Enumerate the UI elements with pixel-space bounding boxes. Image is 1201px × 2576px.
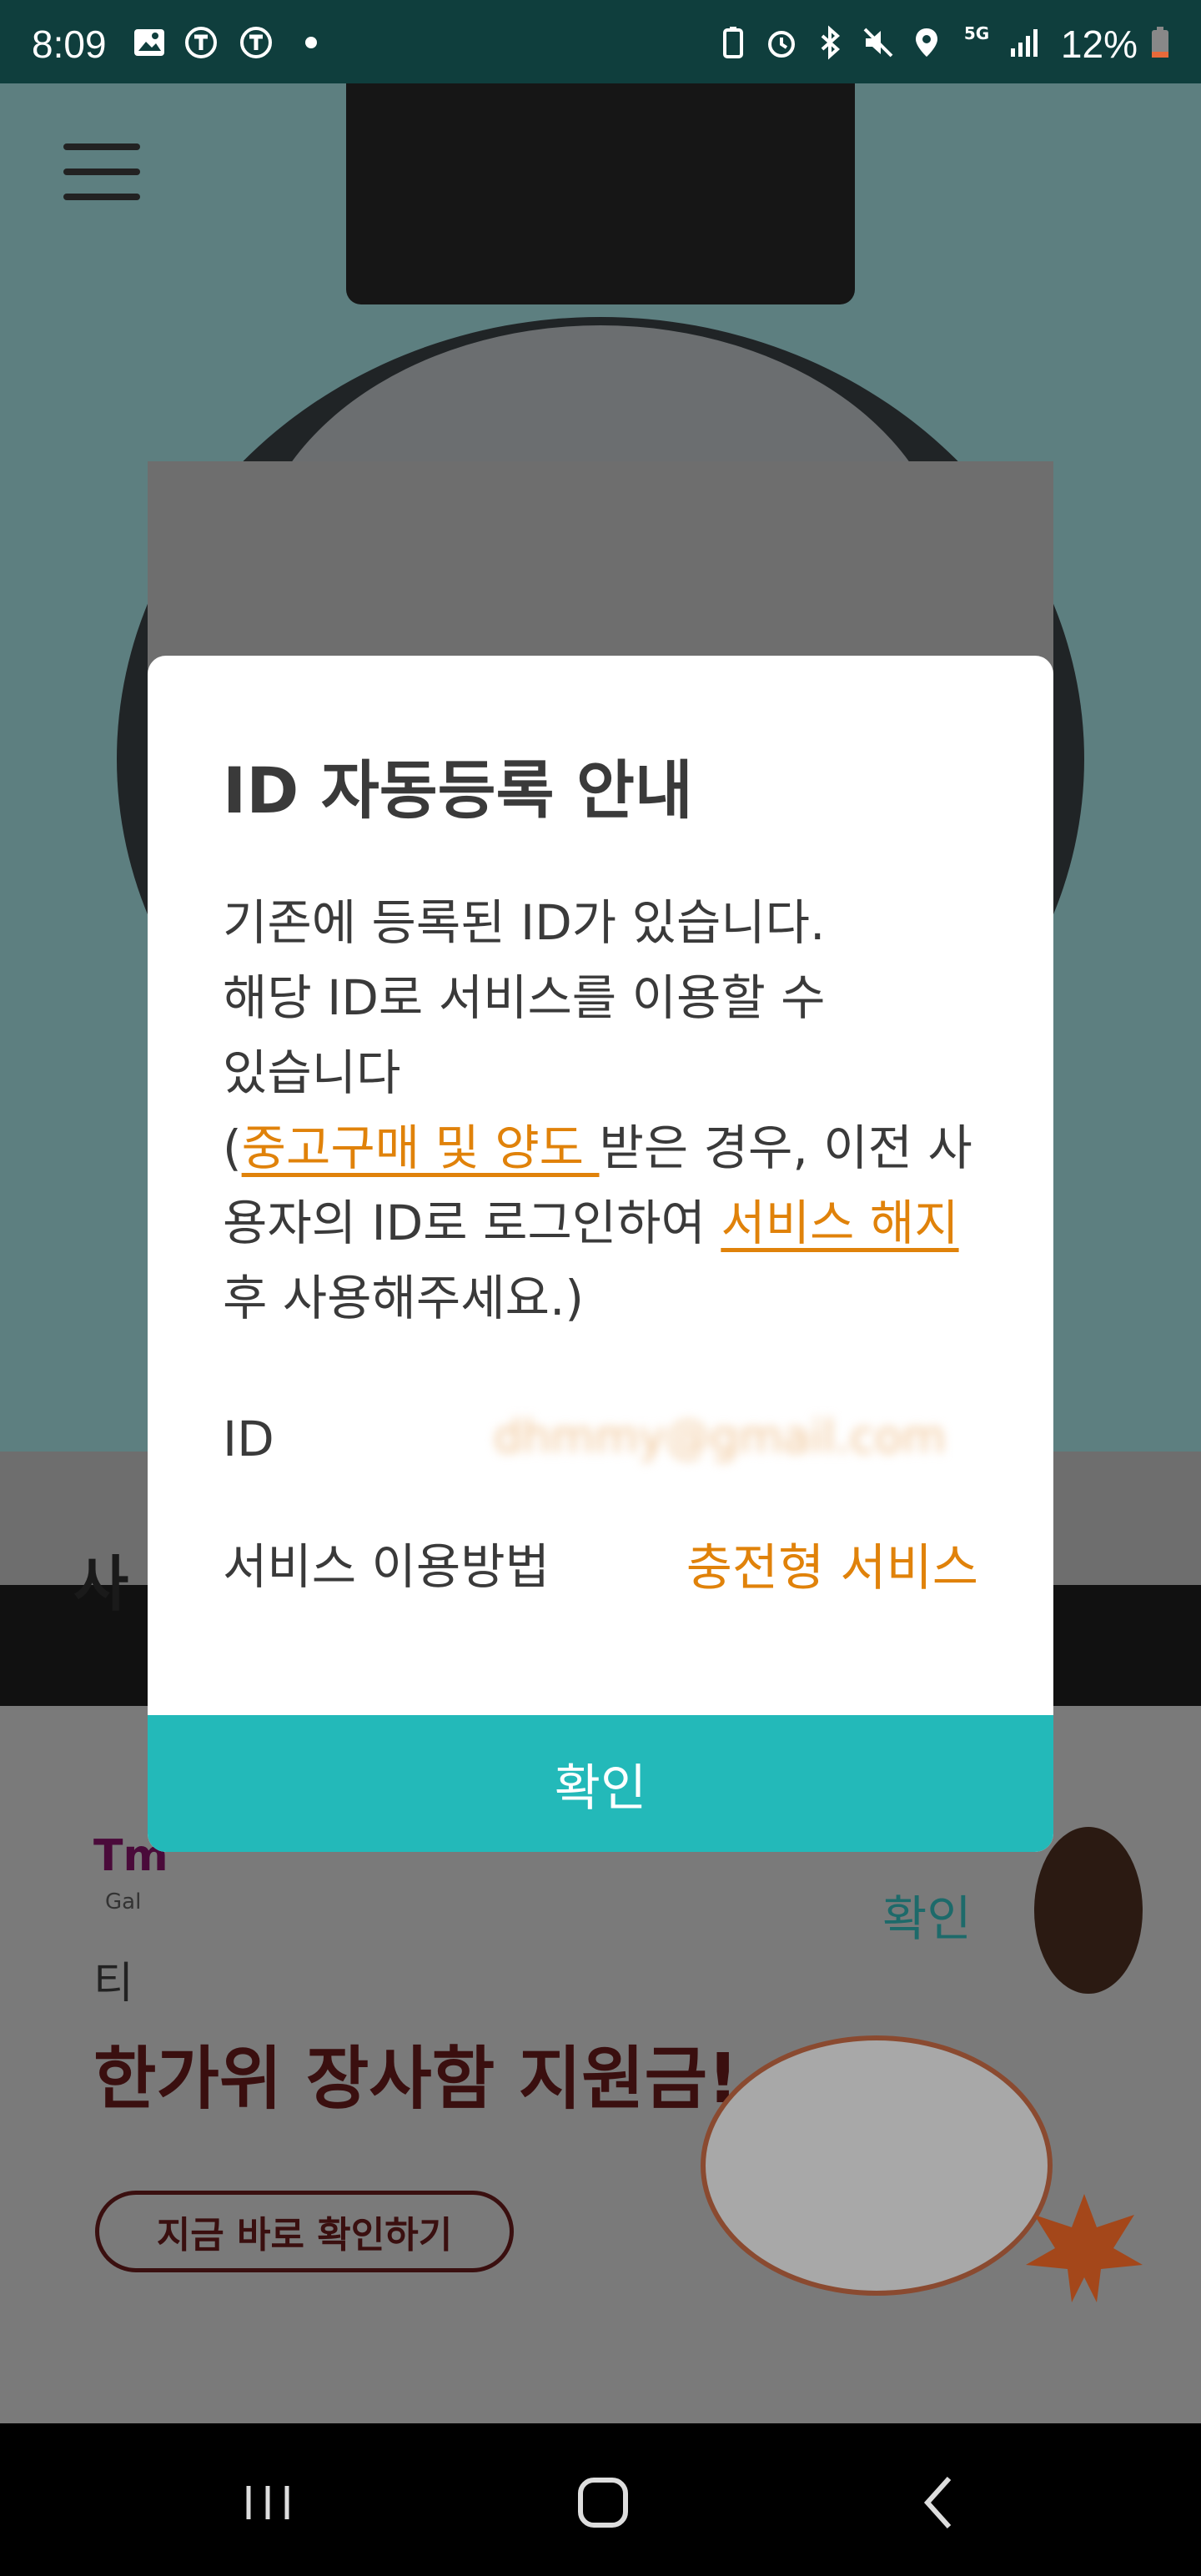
signal-icon (1008, 25, 1043, 60)
maple-leaf-icon (1018, 2186, 1151, 2311)
service-method-value: 충전형 서비스 (686, 1539, 978, 1597)
service-cancel-link[interactable]: 서비스 해지 (721, 1195, 958, 1251)
status-time: 8:09 (32, 23, 107, 66)
fruit-plate-illustration (701, 2035, 1053, 2296)
id-value: dhmmy@gmail.com (494, 1411, 947, 1463)
used-purchase-link[interactable]: 중고구매 및 양도 (242, 1119, 600, 1176)
note-text: 후 사용해주세요.) (223, 1270, 585, 1326)
message-line: 기존에 등록된 ID가 있습니다. (223, 894, 826, 951)
message-line: 있습니다 (223, 1044, 401, 1101)
id-auto-register-dialog: ID 자동등록 안내 기존에 등록된 ID가 있습니다. 해당 ID로 서비스를… (148, 656, 1053, 1852)
section-title: 사 (73, 1549, 129, 1619)
dialog-message: 기존에 등록된 ID가 있습니다. 해당 ID로 서비스를 이용할 수 있습니다 (223, 885, 990, 1110)
dot-icon (294, 25, 329, 60)
gallery-icon (132, 25, 167, 60)
id-label: ID (223, 1411, 274, 1467)
watch-strap (346, 83, 855, 304)
t-app-icon (183, 25, 219, 60)
dialog-note: (중고구매 및 양도 받은 경우, 이전 사용자의 ID로 로그인하여 서비스 … (223, 1110, 990, 1336)
confirm-button[interactable]: 확인 (148, 1715, 1053, 1852)
banner-title: 한가위 장사함 지원금! (93, 2040, 739, 2119)
navigation-bar (0, 2423, 1201, 2576)
banner-cta-button[interactable]: 지금 바로 확인하기 (95, 2191, 514, 2272)
banner-logo-sub: Gal (105, 1889, 142, 1914)
message-line: 해당 ID로 서비스를 이용할 수 (223, 969, 826, 1026)
dialog-title: ID 자동등록 안내 (223, 753, 693, 828)
note-text: ( (223, 1119, 242, 1176)
back-icon[interactable] (902, 2465, 977, 2540)
battery-percent: 12% (1060, 23, 1138, 66)
banner-subtitle: 티 (93, 1959, 133, 2009)
t-app-icon (239, 25, 274, 60)
recent-apps-icon[interactable] (230, 2465, 305, 2540)
menu-icon[interactable] (63, 140, 140, 204)
banner-confirm-link[interactable]: 확인 (882, 1879, 972, 1950)
alarm-icon (764, 25, 799, 60)
status-bar: 8:09 5G 12% (0, 0, 1201, 83)
5g-icon: 5G (963, 23, 990, 43)
bluetooth-icon (812, 25, 847, 60)
mute-icon (861, 25, 896, 60)
service-method-label: 서비스 이용방법 (223, 1538, 550, 1595)
battery-icon (1143, 25, 1178, 60)
home-icon[interactable] (565, 2465, 641, 2540)
location-icon (909, 25, 944, 60)
banner-decoration (1034, 1827, 1143, 1994)
battery-saver-icon (716, 25, 751, 60)
